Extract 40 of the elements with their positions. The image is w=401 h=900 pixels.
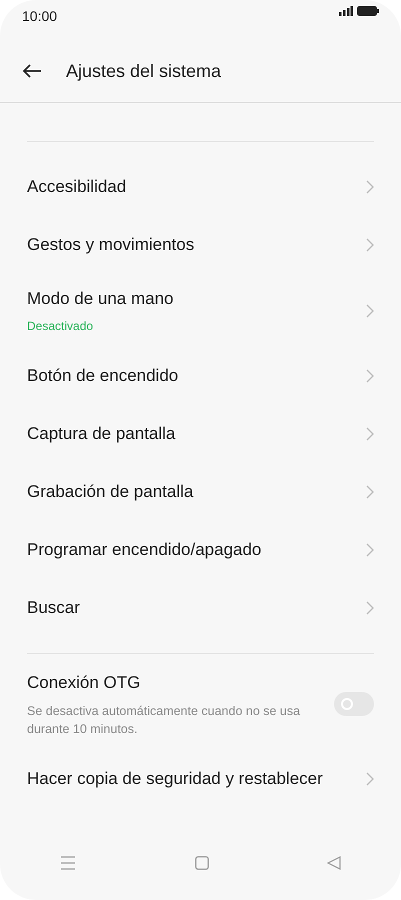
settings-item[interactable]: Captura de pantalla: [27, 405, 374, 463]
back-triangle-icon[interactable]: [327, 856, 341, 870]
chevron-right-icon: [366, 427, 374, 441]
setting-label: Modo de una mano: [27, 288, 174, 310]
back-arrow-icon[interactable]: [22, 64, 42, 78]
settings-item[interactable]: Hacer copia de seguridad y restablecer: [27, 750, 374, 808]
settings-item[interactable]: Modo de una mano Desactivado: [27, 274, 374, 347]
chevron-right-icon: [366, 304, 374, 318]
setting-label: Hacer copia de seguridad y restablecer: [27, 768, 323, 790]
chevron-right-icon: [366, 369, 374, 383]
settings-item[interactable]: Accesibilidad: [27, 158, 374, 216]
settings-row[interactable]: Conexión OTG Se desactiva automáticamente cuando no se usa durante 10 minutos.: [27, 670, 374, 750]
menu-icon[interactable]: [60, 856, 76, 870]
settings-item[interactable]: Botón de encendido: [27, 347, 374, 405]
chevron-right-icon: [366, 485, 374, 499]
settings-item[interactable]: Buscar: [27, 579, 374, 637]
chevron-right-icon: [366, 543, 374, 557]
setting-label: Gestos y movimientos: [27, 234, 194, 256]
status-text: Desactivado: [27, 318, 94, 335]
settings-item[interactable]: Programar encendido/apagado: [27, 521, 374, 579]
setting-label: Captura de pantalla: [27, 423, 176, 446]
clock-time: 10:00: [22, 7, 58, 26]
setting-description: Se desactiva automáticamente cuando no se usa durante 10 minutos.: [27, 702, 302, 738]
setting-label: Buscar: [27, 597, 80, 620]
setting-label: Botón de encendido: [27, 365, 178, 388]
settings-item[interactable]: Gestos y movimientos: [27, 216, 374, 274]
settings-item[interactable]: Grabación de pantalla: [27, 463, 374, 521]
chevron-right-icon: [366, 180, 374, 194]
home-square-icon[interactable]: [194, 856, 208, 870]
chevron-right-icon: [366, 772, 374, 786]
setting-label: Accesibilidad: [27, 176, 126, 198]
chevron-right-icon: [366, 238, 374, 252]
toggle-switch[interactable]: [334, 692, 374, 716]
setting-label: Programar encendido/apagado: [27, 539, 262, 562]
setting-label: Grabación de pantalla: [27, 481, 194, 504]
battery-icon: [357, 6, 379, 16]
setting-label: Conexión OTG: [27, 672, 142, 694]
signal-icon: [339, 6, 353, 16]
chevron-right-icon: [366, 601, 374, 615]
screen-title: Ajustes del sistema: [66, 60, 222, 83]
